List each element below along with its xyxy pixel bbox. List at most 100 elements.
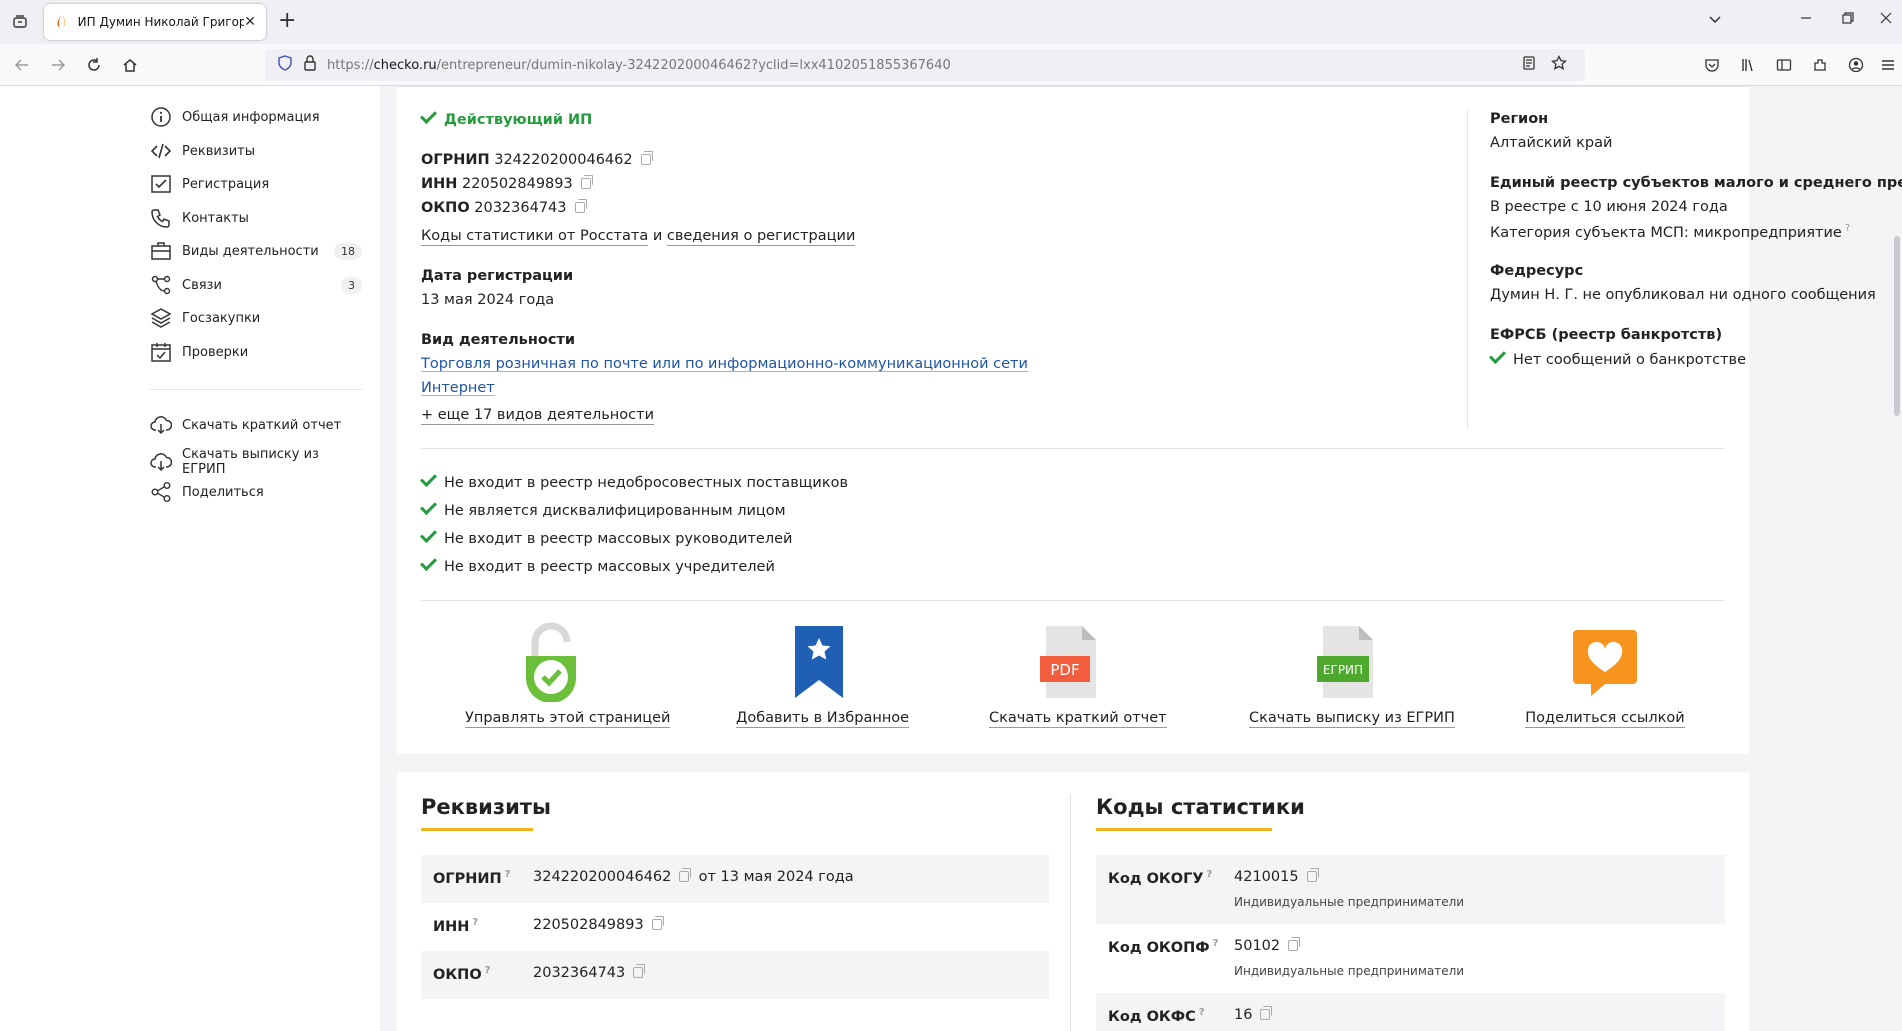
help-question-icon[interactable]: ? bbox=[485, 965, 491, 976]
left-sidebar: Общая информация Реквизиты Регистрация К… bbox=[0, 86, 380, 1031]
bookmark-star-icon[interactable] bbox=[1550, 54, 1568, 75]
tab-close-icon[interactable]: ✕ bbox=[244, 14, 256, 30]
svg-text:PDF: PDF bbox=[1050, 661, 1079, 679]
close-window-button[interactable] bbox=[1880, 12, 1892, 28]
check-icon bbox=[1489, 347, 1506, 364]
reg-date-label: Дата регистрации bbox=[421, 268, 574, 284]
requisites-title-underline bbox=[421, 828, 533, 831]
help-question-icon[interactable]: ? bbox=[1207, 869, 1213, 880]
cloud-download-icon bbox=[150, 416, 172, 435]
region-value: Алтайский край bbox=[1490, 135, 1613, 151]
registration-info-link[interactable]: сведения о регистрации bbox=[666, 228, 856, 246]
add-favorite-action[interactable]: Добавить в Избранное bbox=[736, 622, 910, 728]
help-question-icon[interactable]: ? bbox=[505, 869, 511, 880]
lock-icon[interactable] bbox=[303, 55, 317, 75]
green-lock-check-icon bbox=[526, 622, 576, 702]
check-icon bbox=[420, 554, 437, 571]
browser-tab-active[interactable]: ИП Думин Николай Григорье ✕ bbox=[44, 4, 266, 40]
sidebar-download-short-report[interactable]: Скачать краткий отчет bbox=[150, 414, 362, 436]
copy-icon[interactable] bbox=[574, 199, 587, 213]
library-icon[interactable] bbox=[1736, 53, 1760, 77]
check-item: Не входит в реестр недобросовестных пост… bbox=[420, 470, 848, 491]
msp-label: Единый реестр субъектов малого и среднег… bbox=[1490, 175, 1902, 191]
share-icon bbox=[151, 482, 171, 502]
download-pdf-action[interactable]: PDF Скачать краткий отчет bbox=[989, 622, 1167, 728]
section-divider bbox=[421, 448, 1725, 449]
reg-date-value: 13 мая 2024 года bbox=[421, 292, 555, 308]
app-menu-icon[interactable] bbox=[1876, 53, 1900, 77]
download-egrip-action[interactable]: ЕГРИП Скачать выписку из ЕГРИП bbox=[1249, 622, 1455, 728]
sidebar-divider bbox=[150, 389, 362, 390]
share-link-action[interactable]: Поделиться ссылкой bbox=[1522, 622, 1688, 728]
stats-codes-link[interactable]: Коды статистики от Росстата bbox=[421, 228, 649, 246]
activities-count-badge: 18 bbox=[334, 242, 362, 260]
stat-codes-title-underline bbox=[1096, 828, 1272, 831]
back-arrow-icon[interactable] bbox=[10, 53, 34, 77]
sidebar-item-activities[interactable]: Виды деятельности 18 bbox=[150, 240, 362, 262]
url-bar[interactable]: https://checko.ru/entrepreneur/dumin-nik… bbox=[265, 49, 1585, 81]
reader-view-icon[interactable] bbox=[1521, 55, 1537, 75]
url-text: https://checko.ru/entrepreneur/dumin-nik… bbox=[327, 57, 951, 73]
pocket-icon[interactable] bbox=[1700, 53, 1724, 77]
copy-icon[interactable] bbox=[633, 964, 646, 978]
status-active: Действующий ИП bbox=[420, 107, 592, 128]
tab-overflow-chevron-icon[interactable] bbox=[1708, 12, 1722, 30]
browser-nav-bar: https://checko.ru/entrepreneur/dumin-nik… bbox=[0, 44, 1902, 86]
help-question-icon[interactable]: ? bbox=[1213, 938, 1219, 949]
extensions-icon[interactable] bbox=[1808, 53, 1832, 77]
sidebar-toggle-icon[interactable] bbox=[1772, 53, 1796, 77]
account-icon[interactable] bbox=[1844, 53, 1868, 77]
stats-links: Коды статистики от Росстата и сведения о… bbox=[421, 228, 856, 246]
table-row: ОКПО? 2032364743 bbox=[421, 951, 1049, 999]
egrip-file-icon: ЕГРИП bbox=[1317, 626, 1373, 698]
sidebar-item-inspections[interactable]: Проверки bbox=[150, 341, 362, 363]
sidebar-item-contacts[interactable]: Контакты bbox=[150, 207, 362, 229]
connections-icon bbox=[151, 275, 171, 295]
requisites-stats-card: Реквизиты ОГРНИП? 324220200046462 от 13 … bbox=[397, 772, 1749, 1031]
activity-link-line1[interactable]: Торговля розничная по почте или по инфор… bbox=[421, 356, 1028, 372]
help-question-icon[interactable]: ? bbox=[472, 917, 478, 928]
copy-icon[interactable] bbox=[1260, 1006, 1273, 1020]
check-icon bbox=[420, 526, 437, 543]
check-item: Не является дисквалифицированным лицом bbox=[420, 498, 786, 519]
help-question-icon[interactable]: ? bbox=[1199, 1007, 1205, 1018]
tracking-shield-icon[interactable] bbox=[277, 55, 293, 75]
sidebar-item-procurement[interactable]: Госзакупки bbox=[150, 307, 362, 329]
requisites-title: Реквизиты bbox=[421, 795, 551, 819]
copy-icon[interactable] bbox=[679, 868, 692, 882]
restore-window-button[interactable] bbox=[1842, 12, 1854, 28]
section-divider bbox=[421, 600, 1725, 601]
sidebar-item-registration[interactable]: Регистрация bbox=[150, 173, 362, 195]
sidebar-item-connections[interactable]: Связи 3 bbox=[150, 274, 362, 296]
check-icon bbox=[420, 470, 437, 487]
home-icon[interactable] bbox=[118, 53, 142, 77]
copy-icon[interactable] bbox=[1306, 868, 1319, 882]
table-row: Код ОКОГУ? 4210015 Индивидуальные предпр… bbox=[1096, 855, 1725, 924]
sidebar-item-requisites[interactable]: Реквизиты bbox=[150, 140, 362, 162]
table-row: ОГРНИП? 324220200046462 от 13 мая 2024 г… bbox=[421, 855, 1049, 903]
forward-arrow-icon[interactable] bbox=[46, 53, 70, 77]
new-tab-button[interactable]: + bbox=[278, 10, 296, 32]
tab-title: ИП Думин Николай Григорье bbox=[77, 15, 245, 29]
tab-list-icon[interactable] bbox=[8, 10, 32, 34]
phone-icon bbox=[151, 209, 170, 228]
fedresurs-value: Думин Н. Г. не опубликовал ни одного соо… bbox=[1490, 287, 1876, 303]
sidebar-share[interactable]: Поделиться bbox=[150, 481, 362, 503]
calendar-check-icon bbox=[151, 343, 171, 362]
copy-icon[interactable] bbox=[651, 916, 664, 930]
stat-codes-title: Коды статистики bbox=[1096, 795, 1305, 819]
more-activities-link[interactable]: + еще 17 видов деятельности bbox=[421, 407, 654, 425]
minimize-window-button[interactable] bbox=[1800, 12, 1812, 28]
help-question-icon[interactable]: ? bbox=[1845, 223, 1850, 234]
sidebar-item-general-info[interactable]: Общая информация bbox=[150, 106, 362, 128]
svg-text:ЕГРИП: ЕГРИП bbox=[1323, 663, 1363, 677]
activity-link-line2[interactable]: Интернет bbox=[421, 380, 495, 396]
manage-page-action[interactable]: Управлять этой страницей bbox=[465, 622, 671, 728]
reload-icon[interactable] bbox=[82, 53, 106, 77]
copy-icon[interactable] bbox=[640, 151, 653, 165]
page-scrollbar[interactable] bbox=[1894, 236, 1900, 416]
pdf-file-icon: PDF bbox=[1040, 626, 1096, 698]
copy-icon[interactable] bbox=[580, 175, 593, 189]
copy-icon[interactable] bbox=[1288, 937, 1301, 951]
sidebar-download-egrip[interactable]: Скачать выписку из ЕГРИП bbox=[150, 447, 362, 477]
